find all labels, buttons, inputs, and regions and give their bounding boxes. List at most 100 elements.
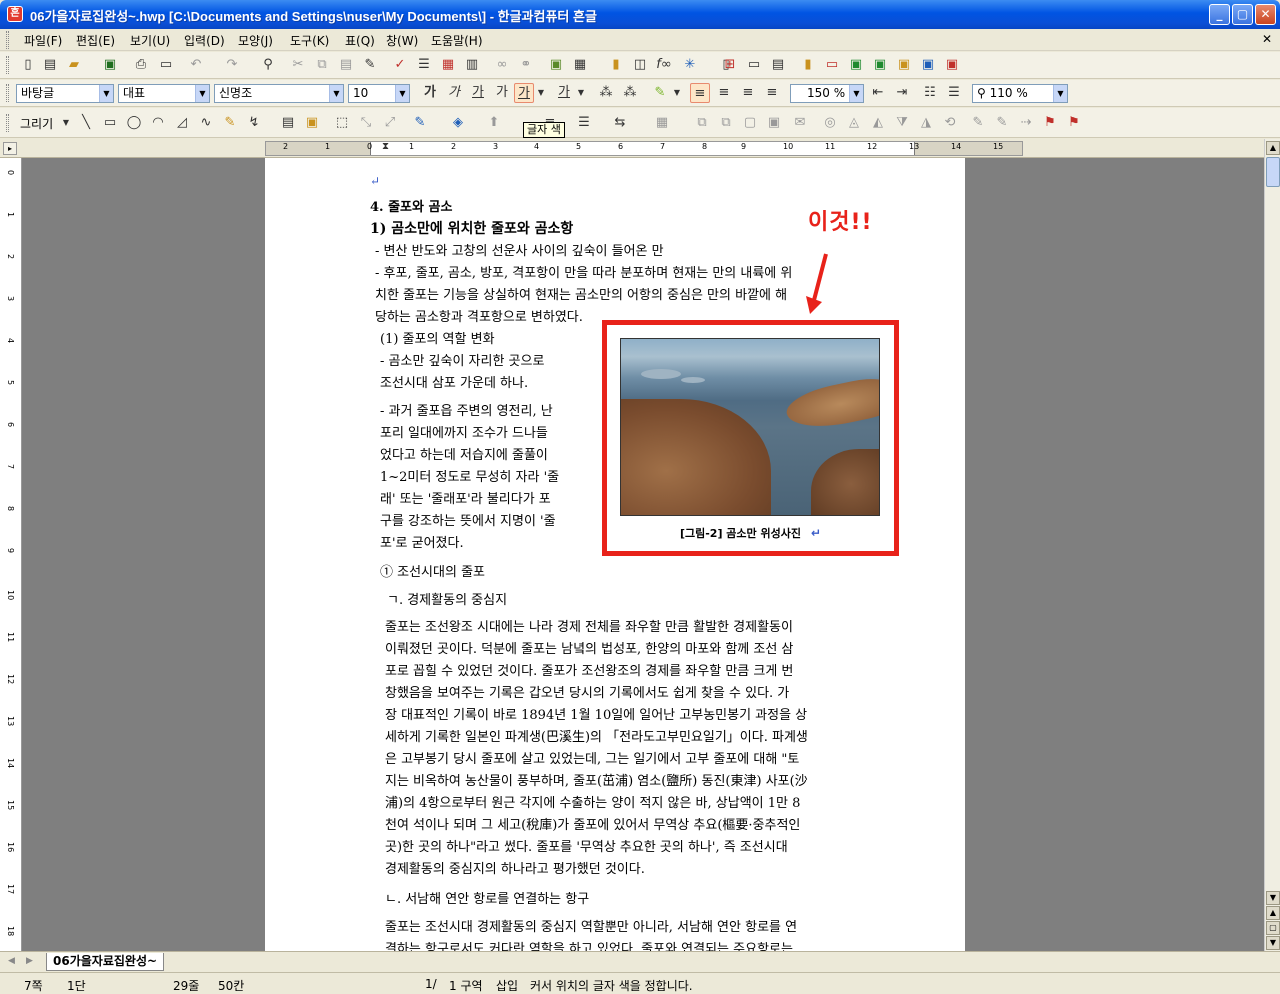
font-size-select[interactable]: 10 ▼ (348, 84, 410, 103)
cut-icon[interactable]: ✂ (288, 55, 308, 75)
satellite-photo[interactable] (620, 338, 880, 516)
distribute-icon[interactable]: ⧉ (716, 113, 736, 133)
copy-icon[interactable]: ⧉ (312, 55, 332, 75)
rotate-right-icon[interactable]: ⟲ (940, 113, 960, 133)
menu-edit[interactable]: 편집(E) (76, 32, 115, 49)
style-select[interactable]: 바탕글 ▼ (16, 84, 114, 103)
chevron-down-icon[interactable]: ▼ (575, 83, 587, 103)
flip-v-icon[interactable]: ⧩ (892, 113, 912, 133)
menu-format[interactable]: 모양(J) (238, 32, 273, 49)
app-icon[interactable]: 흔 (7, 6, 23, 22)
web-icon[interactable]: ▣ (942, 55, 962, 75)
ruler-toggle-icon[interactable]: ▸ (3, 142, 17, 155)
menu-grip[interactable] (6, 31, 9, 49)
doc-icon[interactable]: ▤ (768, 55, 788, 75)
toolbar-grip[interactable] (6, 56, 9, 74)
flip-h-icon[interactable]: ◭ (868, 113, 888, 133)
more-icon[interactable]: ⚑ (1064, 113, 1084, 133)
open-icon[interactable]: ▰ (64, 55, 84, 75)
font-select[interactable]: 신명조 ▼ (214, 84, 344, 103)
indent-marker-icon[interactable]: ⧗ (382, 141, 389, 152)
columns-icon[interactable]: ▥ (462, 55, 482, 75)
chevron-down-icon[interactable]: ▼ (195, 85, 209, 102)
form-icon[interactable]: ⊞ (720, 55, 740, 75)
rotate-icon[interactable]: ▣ (764, 113, 784, 133)
align-justify-icon[interactable]: ≡ (690, 83, 710, 103)
scroll-down-icon[interactable]: ▼ (1266, 891, 1280, 905)
close-button[interactable]: ✕ (1255, 4, 1276, 25)
link-icon[interactable]: ∞ (492, 55, 512, 75)
macro1-icon[interactable]: ▣ (846, 55, 866, 75)
table-icon[interactable]: ▦ (570, 55, 590, 75)
line-tool-icon[interactable]: ╲ (76, 113, 96, 133)
merge1-icon[interactable]: ▣ (894, 55, 914, 75)
connector-tool-icon[interactable]: ↯ (244, 113, 264, 133)
char-shape-icon[interactable]: ⁂ (596, 83, 616, 103)
macro2-icon[interactable]: ▣ (870, 55, 890, 75)
textbox-tool-icon[interactable]: ▤ (278, 113, 298, 133)
minimize-button[interactable]: _ (1209, 4, 1230, 25)
page[interactable]: ↵ 4. 줄포와 곰소 1) 곰소만에 위치한 줄포와 곰소항 - 변산 반도와… (265, 158, 965, 951)
style-icon[interactable]: ▦ (438, 55, 458, 75)
picture-icon[interactable]: ▣ (546, 55, 566, 75)
toolbar-grip[interactable] (6, 114, 9, 132)
paste-icon[interactable]: ▤ (336, 55, 356, 75)
menu-table[interactable]: 표(Q) (345, 32, 375, 49)
undo-icon[interactable]: ↶ (186, 55, 206, 75)
align-left-icon[interactable]: ≡ (714, 83, 734, 103)
underline-button[interactable]: 가 (468, 83, 488, 103)
bullet-list-icon[interactable]: ☰ (944, 83, 964, 103)
chevron-down-icon[interactable]: ▼ (671, 83, 683, 103)
size-icon[interactable]: ▢ (740, 113, 760, 133)
page-button-icon[interactable]: ▢ (1266, 921, 1280, 935)
find-icon[interactable]: ⚲ (258, 55, 278, 75)
arrow-style-icon[interactable]: ⇆ (610, 113, 630, 133)
menu-tools[interactable]: 도구(K) (290, 32, 329, 49)
wrap-icon[interactable]: ⇢ (1016, 113, 1036, 133)
chart2-icon[interactable]: ◫ (630, 55, 650, 75)
pen-tool-icon[interactable]: ✎ (220, 113, 240, 133)
shade-color-button[interactable]: 가 (554, 83, 574, 103)
draw-menu-label[interactable]: 그리기 (20, 115, 53, 132)
menu-view[interactable]: 보기(U) (130, 32, 170, 49)
toolbar-grip[interactable] (6, 84, 9, 102)
edit-points-icon[interactable]: ✎ (968, 113, 988, 133)
edit-icon[interactable]: ✎ (360, 55, 380, 75)
anchor-icon[interactable]: ⚑ (1040, 113, 1060, 133)
group-icon[interactable]: ⤡ (356, 113, 376, 133)
indent-increase-icon[interactable]: ⇥ (892, 83, 912, 103)
menu-insert[interactable]: 입력(D) (184, 32, 225, 49)
chevron-down-icon[interactable]: ▼ (60, 113, 72, 133)
line-color-icon[interactable]: ✎ (410, 113, 430, 133)
select-tool-icon[interactable]: ⬚ (332, 113, 352, 133)
tab-prev-icon[interactable]: ◀ (8, 956, 15, 966)
tab-next-icon[interactable]: ▶ (26, 956, 33, 966)
vertical-scrollbar[interactable]: ▲ ▼ ▲ ▢ ▼ (1264, 139, 1280, 951)
bold-button[interactable]: 가 (420, 83, 440, 103)
page-down-icon[interactable]: ▼ (1266, 936, 1280, 950)
align-right-icon[interactable]: ≡ (762, 83, 782, 103)
zoom-select[interactable]: ⚲ 110 % ▼ (972, 84, 1068, 103)
numbered-list-icon[interactable]: ☷ (920, 83, 940, 103)
formula-icon[interactable]: f∞ (654, 55, 674, 75)
chevron-down-icon[interactable]: ▼ (849, 85, 863, 102)
align-obj-icon[interactable]: ⧉ (692, 113, 712, 133)
menu-file[interactable]: 파일(F) (24, 32, 62, 49)
menu-window[interactable]: 창(W) (386, 32, 418, 49)
ellipse-tool-icon[interactable]: ◯ (124, 113, 144, 133)
curve-tool-icon[interactable]: ∿ (196, 113, 216, 133)
menu-close-doc-icon[interactable]: ✕ (1262, 32, 1272, 46)
tab-document[interactable]: 06가을자료집완성~ (46, 953, 165, 971)
merge2-icon[interactable]: ▣ (918, 55, 938, 75)
triangle-icon[interactable]: ◬ (844, 113, 864, 133)
memo-icon[interactable]: ▭ (744, 55, 764, 75)
highlight-icon[interactable]: ✎ (650, 83, 670, 103)
preview-icon[interactable]: ▭ (156, 55, 176, 75)
symbol-icon[interactable]: ✳ (680, 55, 700, 75)
scroll-thumb[interactable] (1266, 157, 1280, 187)
horizontal-ruler[interactable]: 2 1 0 1 2 3 4 5 6 7 8 9 10 11 12 13 14 1… (265, 141, 1023, 156)
chevron-down-icon[interactable]: ▼ (99, 85, 113, 102)
envelope-icon[interactable]: ✉ (790, 113, 810, 133)
arc-tool-icon[interactable]: ◠ (148, 113, 168, 133)
scroll-up-icon[interactable]: ▲ (1266, 141, 1280, 155)
